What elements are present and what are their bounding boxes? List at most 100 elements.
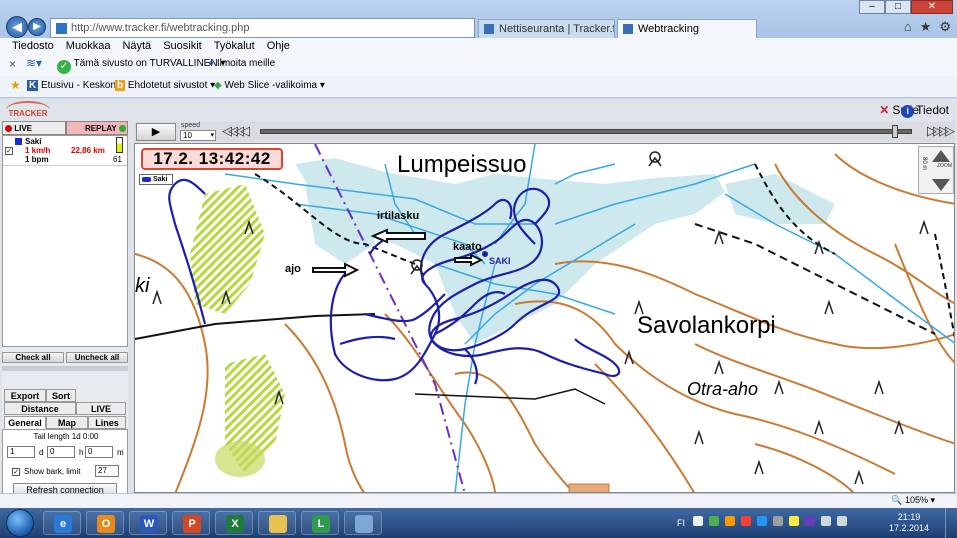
webslice-icon: ◆ <box>214 80 222 91</box>
tracker-color-icon <box>15 138 22 145</box>
taskbar-internet-explorer[interactable]: e <box>43 511 81 535</box>
address-bar[interactable]: http://www.tracker.fi/webtracking.php <box>50 18 475 38</box>
tab-webtracking[interactable]: Webtracking <box>617 19 757 38</box>
tray-network-icon[interactable] <box>709 516 719 526</box>
sidebar: LIVE REPLAY ✓ Saki 1 km/h 1 bpm 22,86 km… <box>2 121 128 512</box>
browser-titlebar: ◀ ▶ http://www.tracker.fi/webtracking.ph… <box>0 0 957 38</box>
taskbar-powerpoint[interactable]: P <box>172 511 210 535</box>
tab-replay[interactable]: REPLAY <box>66 121 128 135</box>
report-link[interactable]: ● Ilmoita meille <box>208 58 275 69</box>
speed-select[interactable]: 10 ▾ <box>180 130 216 141</box>
menu-item-edit[interactable]: Muokkaa <box>66 40 111 54</box>
url-text: http://www.tracker.fi/webtracking.php <box>71 22 250 34</box>
excel-icon: X <box>226 515 244 533</box>
zoom-out-icon[interactable] <box>932 179 950 191</box>
language-indicator[interactable]: FI <box>677 518 685 528</box>
bark-limit-stepper[interactable]: 27 <box>95 465 119 477</box>
security-status[interactable]: ✓ Tämä sivusto on TURVALLINEN ▾ <box>57 58 225 74</box>
tray-icons <box>693 516 847 526</box>
tray-security-icon[interactable] <box>741 516 751 526</box>
taskbar-outlook[interactable]: O <box>86 511 124 535</box>
taskbar-explorer[interactable] <box>258 511 296 535</box>
taskbar-lync[interactable]: L <box>301 511 339 535</box>
security-toolbar: × ≋▾ ✓ Tämä sivusto on TURVALLINEN ▾ ● I… <box>0 54 957 76</box>
favorites-star-icon[interactable]: ★ <box>920 19 932 35</box>
tab-distance[interactable]: Distance <box>4 402 76 415</box>
place-name-lumpeissuo: Lumpeissuo <box>397 151 527 178</box>
map-view[interactable]: 17.2. 13:42:42 Saki Lumpeissuo Savolanko… <box>134 143 955 493</box>
tray-update-icon[interactable] <box>725 516 735 526</box>
menu-item-help[interactable]: Ohje <box>267 40 290 54</box>
taskbar-excel[interactable]: X <box>215 511 253 535</box>
tab-map[interactable]: Map <box>46 416 88 429</box>
tab-favicon-icon <box>484 24 494 34</box>
tail-hours-stepper[interactable]: 0 <box>47 446 75 458</box>
tab-nettiseuranta[interactable]: Nettiseuranta | Tracker.fi <box>478 19 615 38</box>
tools-gear-icon[interactable]: ⚙ <box>939 19 951 35</box>
favorites-bar: ★ K Etusivu - Keskonet b Ehdotetut sivus… <box>0 76 957 98</box>
taskbar-word[interactable]: W <box>129 511 167 535</box>
tray-warning-icon[interactable] <box>789 516 799 526</box>
tab-sort[interactable]: Sort <box>46 389 76 402</box>
info-link[interactable]: i Tiedot <box>901 103 949 118</box>
menu-item-favorites[interactable]: Suosikit <box>163 40 202 54</box>
home-icon[interactable]: ⌂ <box>904 19 912 35</box>
place-name-otra-aho: Otra-aho <box>687 379 759 399</box>
favorites-star-icon[interactable]: ★ <box>10 78 21 92</box>
zoom-level[interactable]: 🔍 105% ▾ <box>891 495 935 506</box>
tab-export[interactable]: Export <box>4 389 46 402</box>
windows-taskbar: e O W P X L FI 21:19 17.2.2014 <box>0 508 957 538</box>
wifi-icon[interactable]: ≋▾ <box>26 56 42 70</box>
tail-days-stepper[interactable]: 1 <box>7 446 35 458</box>
taskbar-paint[interactable] <box>344 511 382 535</box>
check-all-button[interactable]: Check all <box>2 352 64 363</box>
tracker-logo: TRACKER <box>6 101 50 119</box>
signal-icon[interactable] <box>821 516 831 526</box>
show-bark-checkbox[interactable]: ✓ <box>12 468 20 476</box>
tracker-distance: 22,86 km <box>71 146 105 155</box>
menu-item-tools[interactable]: Työkalut <box>214 40 255 54</box>
show-desktop-button[interactable] <box>945 508 957 538</box>
menu-item-view[interactable]: Näytä <box>122 40 151 54</box>
favorite-suggested-sites[interactable]: b Ehdotetut sivustot ▾ <box>115 80 215 91</box>
tab-live-settings[interactable]: LIVE <box>76 402 126 415</box>
show-bark-label: Show bark, limit <box>24 467 81 476</box>
paint-icon <box>355 515 373 533</box>
zoom-in-icon[interactable] <box>932 150 950 162</box>
clock[interactable]: 21:19 17.2.2014 <box>889 512 929 534</box>
tab-live[interactable]: LIVE <box>2 121 66 135</box>
battery-value: 61 <box>113 155 122 164</box>
bluetooth-icon[interactable] <box>757 516 767 526</box>
tracker-row[interactable]: ✓ Saki 1 km/h 1 bpm 22,86 km 61 <box>3 136 127 166</box>
maximize-icon[interactable]: □ <box>885 0 911 14</box>
play-button[interactable]: ▶ <box>136 123 176 141</box>
tab-lines[interactable]: Lines <box>88 416 126 429</box>
favorite-webslice[interactable]: ◆ Web Slice -valikoima ▾ <box>214 80 325 91</box>
minimize-icon[interactable]: – <box>859 0 885 14</box>
menu-item-file[interactable]: Tiedosto <box>12 40 54 54</box>
volume-icon[interactable] <box>837 516 847 526</box>
tray-app-icon[interactable] <box>805 516 815 526</box>
timeline-thumb[interactable] <box>892 125 898 138</box>
uncheck-all-button[interactable]: Uncheck all <box>66 352 128 363</box>
tab-general[interactable]: General <box>4 416 46 429</box>
fast-forward-button[interactable]: ▷▷▷▷ <box>927 123 955 139</box>
timeline-slider[interactable] <box>260 125 912 138</box>
favorite-keskonet[interactable]: K Etusivu - Keskonet <box>27 80 124 91</box>
tail-minutes-stepper[interactable]: 0 <box>85 446 113 458</box>
forward-button[interactable]: ▶ <box>28 18 46 36</box>
rewind-button[interactable]: ◁◁◁◁ <box>222 123 250 139</box>
place-name-fragment: ki <box>135 275 150 297</box>
report-icon: ● <box>208 58 215 69</box>
tracker-name: Saki <box>25 137 42 146</box>
tracker-checkbox[interactable]: ✓ <box>5 147 13 155</box>
start-button[interactable] <box>6 509 34 537</box>
lync-icon: L <box>312 515 330 533</box>
close-icon[interactable]: ✕ <box>911 0 953 14</box>
tray-sync-icon[interactable] <box>773 516 783 526</box>
tray-show-icon[interactable] <box>693 516 703 526</box>
close-x-icon: ✕ <box>879 103 890 117</box>
window-controls: – □ ✕ <box>859 0 953 14</box>
close-toolbar-icon[interactable]: × <box>9 57 16 71</box>
back-button[interactable]: ◀ <box>6 16 28 38</box>
